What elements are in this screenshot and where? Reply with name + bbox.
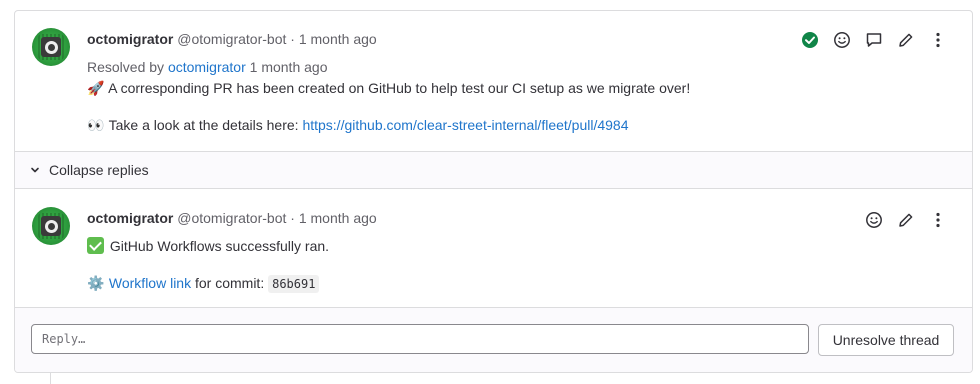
resolved-by-link[interactable]: octomigrator — [168, 59, 246, 75]
note-header: octomigrator @otomigrator-bot · 1 month … — [87, 210, 377, 226]
separator: · — [290, 210, 295, 226]
github-logo-icon — [41, 37, 61, 57]
unresolve-thread-button[interactable]: Unresolve thread — [818, 324, 954, 356]
author-handle[interactable]: @otomigrator-bot — [177, 31, 286, 47]
note-text: Take a look at the details here: — [108, 117, 299, 133]
note-body-line-1: 🚀 A corresponding PR has been created on… — [87, 80, 690, 97]
pencil-icon[interactable] — [890, 26, 922, 54]
collapse-replies-label: Collapse replies — [49, 162, 149, 178]
note-text: A corresponding PR has been created on G… — [108, 80, 691, 96]
pr-link[interactable]: https://github.com/clear-street-internal… — [302, 117, 628, 133]
timestamp[interactable]: 1 month ago — [299, 31, 377, 47]
reply-input[interactable] — [31, 324, 809, 354]
comment-icon[interactable] — [858, 26, 890, 54]
workflow-link[interactable]: Workflow link — [109, 275, 191, 291]
github-logo-icon — [41, 216, 61, 236]
timestamp[interactable]: 1 month ago — [299, 210, 377, 226]
kebab-icon[interactable] — [922, 26, 954, 54]
note-header: octomigrator @otomigrator-bot · 1 month … — [87, 31, 377, 47]
note-text: GitHub Workflows successfully ran. — [109, 238, 330, 254]
check-mark-emoji-icon — [87, 237, 104, 254]
resolved-info: Resolved by octomigrator 1 month ago — [87, 59, 327, 75]
note-body-line-1: GitHub Workflows successfully ran. — [87, 237, 329, 254]
note-body-line-2: ⚙️ Workflow link for commit: 86b691 — [87, 275, 320, 293]
rocket-emoji: 🚀 — [87, 81, 105, 97]
note-first: octomigrator @otomigrator-bot · 1 month … — [15, 11, 972, 151]
note-body-line-2: 👀 Take a look at the details here: https… — [87, 117, 629, 134]
timeline-line — [50, 372, 51, 384]
gear-emoji: ⚙️ — [87, 276, 105, 292]
commit-sha: 86b691 — [268, 275, 320, 293]
author-handle[interactable]: @otomigrator-bot — [177, 210, 286, 226]
resolved-check-icon[interactable] — [794, 26, 826, 54]
smiley-icon[interactable] — [858, 206, 890, 234]
discussion-thread: octomigrator @otomigrator-bot · 1 month … — [14, 10, 973, 373]
note-actions — [794, 26, 954, 54]
pencil-icon[interactable] — [890, 206, 922, 234]
collapse-replies-toggle[interactable]: Collapse replies — [15, 151, 972, 189]
kebab-icon[interactable] — [922, 206, 954, 234]
separator: · — [290, 31, 295, 47]
note-actions — [858, 206, 954, 234]
resolved-prefix: Resolved by — [87, 59, 165, 75]
author-name[interactable]: octomigrator — [87, 31, 173, 47]
eyes-emoji: 👀 — [87, 118, 105, 134]
smiley-icon[interactable] — [826, 26, 858, 54]
avatar[interactable] — [32, 28, 70, 66]
chevron-down-icon — [29, 164, 41, 176]
resolved-time: 1 month ago — [249, 59, 328, 75]
author-name[interactable]: octomigrator — [87, 210, 173, 226]
avatar[interactable] — [32, 207, 70, 245]
note-text: for commit: — [194, 275, 265, 291]
reply-bar: Unresolve thread — [15, 307, 972, 372]
